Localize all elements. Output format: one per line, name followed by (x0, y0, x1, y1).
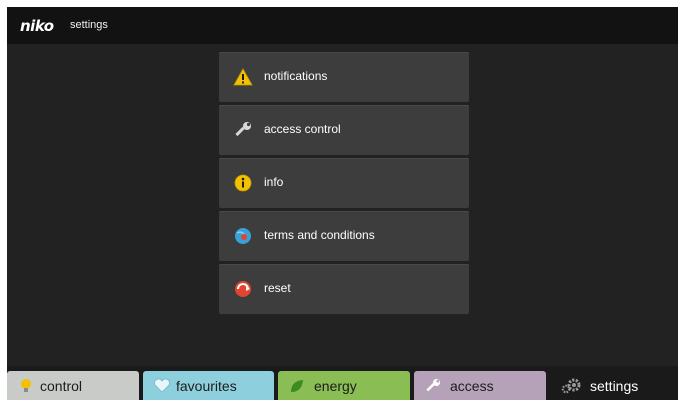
menu-item-reset[interactable]: reset (219, 264, 469, 314)
tab-energy[interactable]: energy (278, 371, 410, 400)
heart-icon (153, 377, 171, 395)
menu-item-info[interactable]: info (219, 158, 469, 208)
menu-item-label: notifications (264, 69, 328, 83)
tab-control[interactable]: control (7, 371, 139, 400)
tab-label: favourites (176, 378, 237, 394)
info-icon (233, 173, 253, 193)
globe-icon (233, 226, 253, 246)
tab-access[interactable]: access (414, 371, 546, 400)
tab-label: settings (590, 378, 639, 394)
top-bar: niko settings (7, 7, 678, 44)
niko-logo: niko (20, 17, 54, 35)
reset-icon (233, 279, 253, 299)
leaf-icon (288, 377, 306, 395)
menu-item-notifications[interactable]: notifications (219, 52, 469, 102)
menu-item-label: info (264, 175, 284, 189)
bottom-tab-bar: control favourites energy access setting… (7, 366, 678, 400)
wrench-icon (424, 377, 442, 395)
menu-item-access-control[interactable]: access control (219, 105, 469, 155)
tab-label: control (40, 378, 83, 394)
gears-icon (560, 377, 582, 395)
tab-label: access (450, 378, 494, 394)
warning-icon (233, 67, 253, 87)
menu-item-label: terms and conditions (264, 228, 375, 242)
settings-screen: niko settings notifications access contr… (7, 7, 678, 400)
menu-item-label: reset (264, 281, 291, 295)
settings-menu: notifications access control info terms … (219, 52, 469, 317)
menu-item-terms-and-conditions[interactable]: terms and conditions (219, 211, 469, 261)
wrench-icon (233, 120, 253, 140)
tab-label: energy (314, 378, 357, 394)
page-title: settings (70, 19, 108, 31)
tab-favourites[interactable]: favourites (143, 371, 274, 400)
menu-item-label: access control (264, 122, 341, 136)
tab-settings[interactable]: settings (548, 371, 678, 400)
bulb-icon (17, 377, 35, 395)
